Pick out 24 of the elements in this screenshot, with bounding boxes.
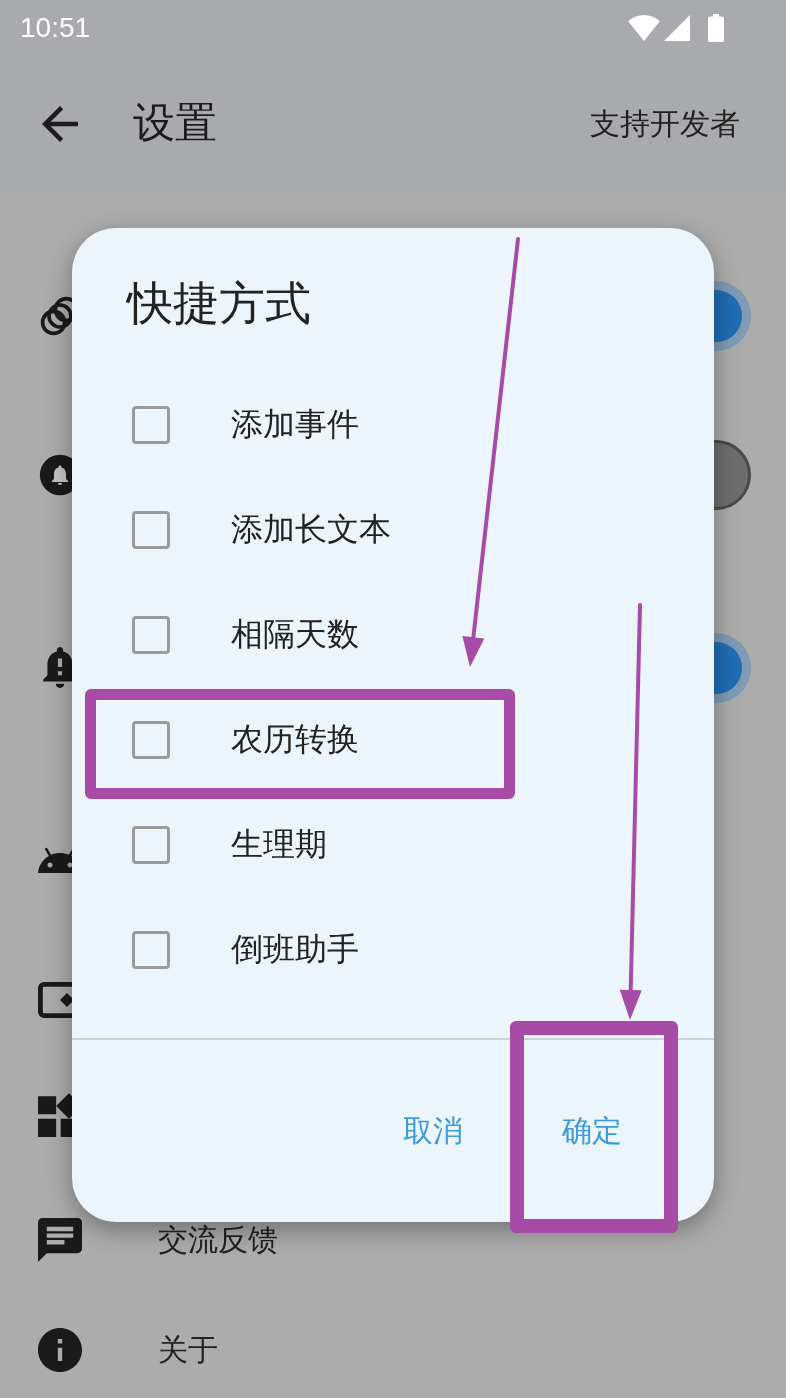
checkbox[interactable] [132, 615, 170, 654]
option-label[interactable]: 倒班助手 [231, 930, 359, 969]
setting-label[interactable]: 交流反馈 [158, 1222, 278, 1258]
info-icon [38, 1328, 82, 1372]
wifi-icon [628, 15, 660, 41]
checkbox[interactable] [132, 930, 170, 969]
chat-bubble-icon [38, 1218, 82, 1262]
dialog-title: 快捷方式 [127, 276, 311, 331]
option-label[interactable]: 生理期 [231, 825, 327, 864]
option-label[interactable]: 相隔天数 [231, 615, 359, 654]
signal-icon [664, 15, 690, 41]
back-arrow-icon[interactable] [42, 105, 78, 142]
battery-icon [708, 14, 724, 42]
action-button[interactable]: 支持开发者 [590, 105, 740, 142]
page-title: 设置 [133, 98, 217, 149]
checkbox[interactable] [132, 510, 170, 549]
status-time: 10:51 [20, 14, 91, 42]
option-label[interactable]: 添加事件 [231, 405, 359, 444]
setting-label[interactable]: 关于 [158, 1332, 218, 1368]
option-label[interactable]: 农历转换 [231, 720, 359, 759]
checkbox[interactable] [132, 825, 170, 864]
option-label[interactable]: 添加长文本 [231, 510, 391, 549]
checkbox[interactable] [132, 720, 170, 759]
checkbox[interactable] [132, 405, 170, 444]
